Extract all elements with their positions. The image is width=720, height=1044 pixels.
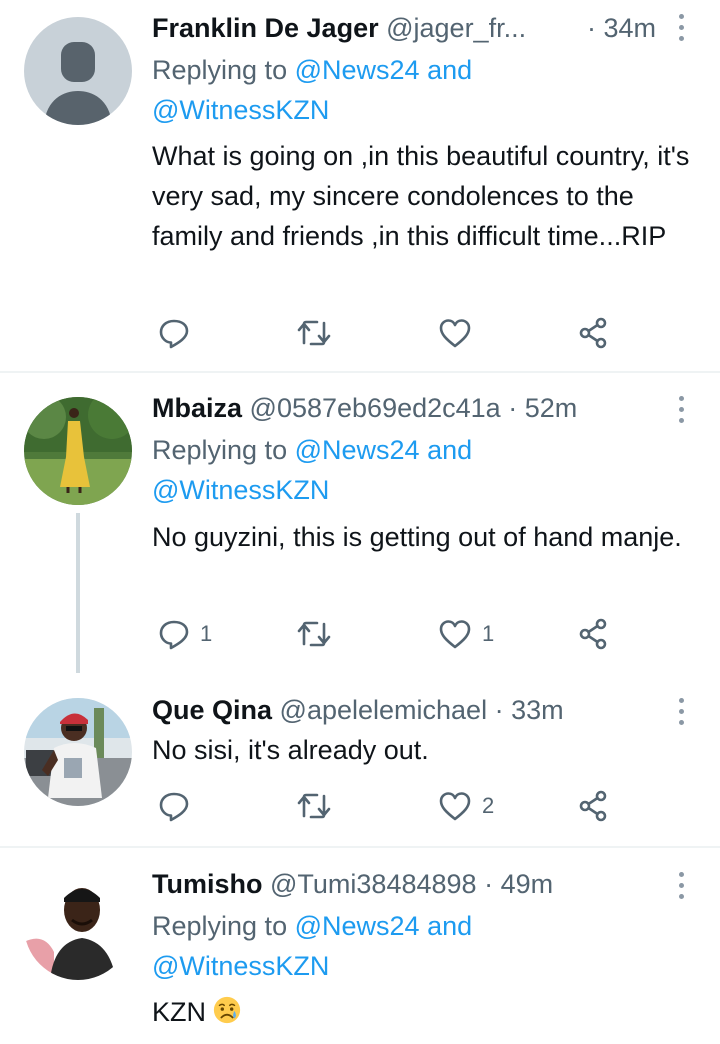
- reply-count: 1: [200, 621, 213, 646]
- reply-icon: [159, 792, 189, 822]
- timestamp[interactable]: · 34m: [587, 8, 656, 48]
- retweet-icon: [297, 320, 331, 346]
- more-icon[interactable]: [676, 14, 686, 42]
- default-avatar-icon: [24, 17, 132, 125]
- replying-to: Replying to @News24 and @WitnessKZN: [152, 911, 473, 981]
- retweet-button[interactable]: [296, 313, 332, 353]
- share-icon: [579, 790, 607, 822]
- share-button[interactable]: [578, 614, 610, 654]
- tweet-actions: [152, 313, 632, 353]
- tweet-text-container: KZN: [152, 992, 700, 1032]
- avatar-tumisho[interactable]: [24, 872, 132, 980]
- replying-to: Replying to @News24 and @WitnessKZN: [152, 435, 473, 505]
- tweet-header: Franklin De Jager @jager_fr... · 34m: [152, 8, 720, 48]
- mention-witnesskzn[interactable]: @WitnessKZN: [152, 951, 329, 981]
- like-icon: [439, 792, 471, 821]
- share-icon: [579, 317, 607, 349]
- tweet-text: KZN: [152, 997, 206, 1027]
- user-handle[interactable]: @Tumi38484898: [270, 869, 477, 899]
- timestamp[interactable]: · 33m: [495, 695, 564, 725]
- divider: [0, 371, 720, 373]
- tweet-actions: 2: [152, 786, 632, 826]
- tweet-franklin[interactable]: Franklin De Jager @jager_fr... · 34m Rep…: [0, 0, 720, 370]
- tweet-header: Mbaiza @0587eb69ed2c41a · 52m: [152, 388, 720, 428]
- reply-button[interactable]: [158, 786, 200, 826]
- mention-witnesskzn[interactable]: @WitnessKZN: [152, 95, 329, 125]
- retweet-icon: [297, 621, 331, 647]
- profile-photo-icon: [24, 397, 132, 505]
- avatar-default[interactable]: [24, 17, 132, 125]
- user-handle[interactable]: @apelelemichael: [280, 695, 488, 725]
- user-handle[interactable]: @jager_fr...: [386, 8, 526, 48]
- mention-news24[interactable]: @News24: [295, 55, 420, 85]
- tweet-header: Que Qina @apelelemichael · 33m: [152, 690, 720, 730]
- tweet-text: No sisi, it's already out.: [152, 735, 429, 765]
- share-icon: [579, 618, 607, 650]
- share-button[interactable]: [578, 786, 610, 826]
- user-handle[interactable]: @0587eb69ed2c41a: [250, 393, 501, 423]
- tweet-tumisho[interactable]: Tumisho @Tumi38484898 · 49m Replying to …: [0, 848, 720, 1044]
- avatar-mbaiza[interactable]: [24, 397, 132, 505]
- tweet-actions: 1 1: [152, 614, 632, 654]
- display-name[interactable]: Tumisho: [152, 869, 263, 899]
- mention-witnesskzn[interactable]: @WitnessKZN: [152, 475, 329, 505]
- display-name[interactable]: Que Qina: [152, 695, 272, 725]
- sad-but-relieved-face-icon: [213, 996, 241, 1024]
- reply-button[interactable]: 1: [158, 614, 212, 654]
- tweet-header: Tumisho @Tumi38484898 · 49m: [152, 864, 720, 904]
- like-icon: [439, 620, 471, 649]
- mention-news24[interactable]: @News24: [295, 911, 420, 941]
- like-button[interactable]: [438, 313, 482, 353]
- timestamp[interactable]: · 52m: [508, 393, 577, 423]
- more-icon[interactable]: [676, 698, 686, 726]
- tweet-que-qina[interactable]: Que Qina @apelelemichael · 33m No sisi, …: [0, 674, 720, 846]
- tweet-text: What is going on ,in this beautiful coun…: [152, 141, 690, 251]
- like-count: 1: [482, 621, 495, 646]
- reply-button[interactable]: [158, 313, 200, 353]
- profile-photo-icon: [24, 872, 132, 980]
- tweet-text: No guyzini, this is getting out of hand …: [152, 522, 682, 552]
- tweet-mbaiza[interactable]: Mbaiza @0587eb69ed2c41a · 52m Replying t…: [0, 374, 720, 674]
- profile-photo-icon: [24, 698, 132, 806]
- reply-icon: [159, 319, 189, 349]
- like-button[interactable]: 2: [438, 786, 494, 826]
- like-icon: [439, 319, 471, 348]
- share-button[interactable]: [578, 313, 610, 353]
- retweet-button[interactable]: [296, 614, 332, 654]
- thread-line: [76, 513, 80, 673]
- replying-to: Replying to @News24 and @WitnessKZN: [152, 55, 473, 125]
- more-icon[interactable]: [676, 872, 686, 900]
- like-count: 2: [482, 793, 495, 818]
- display-name[interactable]: Franklin De Jager: [152, 13, 379, 43]
- reply-icon: [159, 620, 189, 650]
- retweet-icon: [297, 793, 331, 819]
- timestamp[interactable]: · 49m: [484, 869, 553, 899]
- retweet-button[interactable]: [296, 786, 332, 826]
- more-icon[interactable]: [676, 396, 686, 424]
- mention-news24[interactable]: @News24: [295, 435, 420, 465]
- like-button[interactable]: 1: [438, 614, 494, 654]
- display-name[interactable]: Mbaiza: [152, 393, 242, 423]
- avatar-que-qina[interactable]: [24, 698, 132, 806]
